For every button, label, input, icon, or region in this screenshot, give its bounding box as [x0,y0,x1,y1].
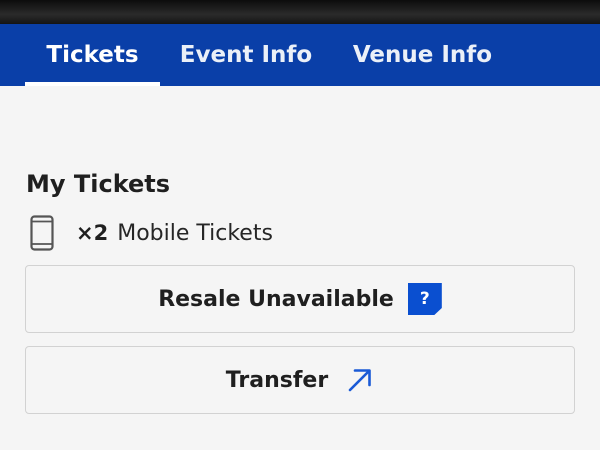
tab-venue-info[interactable]: Venue Info [340,24,505,86]
help-icon[interactable]: ? [407,283,442,315]
tab-tickets-label: Tickets [46,42,139,68]
resale-unavailable-button[interactable]: Resale Unavailable ? [25,265,575,333]
ticket-count-row: ×2 Mobile Tickets [30,214,430,252]
status-bar [0,0,600,24]
active-tab-indicator [25,82,160,86]
event-tab-bar: Tickets Event Info Venue Info [0,24,600,86]
tab-event-info[interactable]: Event Info [168,24,324,86]
tab-venue-info-label: Venue Info [352,42,493,68]
ticket-quantity: ×2 [76,221,109,245]
tab-tickets[interactable]: Tickets [25,24,160,86]
arrow-up-right-icon [348,369,371,392]
resale-button-label: Resale Unavailable [158,286,394,312]
ticket-type-label: Mobile Tickets [117,220,273,246]
tab-event-info-label: Event Info [179,42,313,68]
mobile-phone-icon [30,215,54,251]
transfer-button-label: Transfer [225,367,329,393]
my-tickets-heading: My Tickets [26,170,171,198]
transfer-button[interactable]: Transfer [25,346,575,414]
